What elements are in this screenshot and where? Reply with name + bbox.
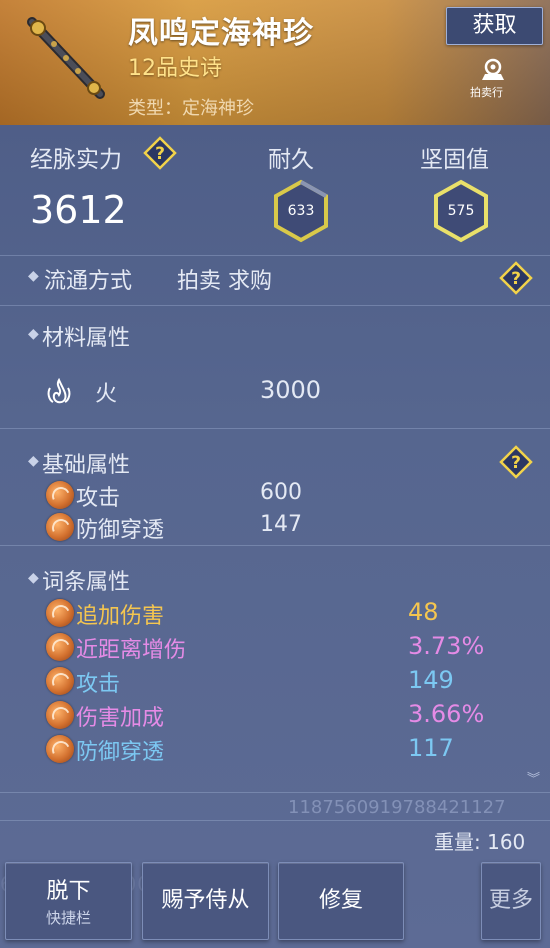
- svg-text:?: ?: [511, 453, 521, 473]
- attribute-orb-icon: [46, 735, 74, 763]
- affix-title: 词条属性: [42, 570, 131, 595]
- firmness-label: 坚固值: [420, 147, 489, 173]
- affix-attr-value: 117: [408, 734, 454, 762]
- affix-attr-label: 近距离增伤: [76, 638, 187, 663]
- attribute-orb-icon: [46, 667, 74, 695]
- divider: [0, 820, 550, 821]
- affix-attr-value: 149: [408, 666, 454, 694]
- affix-attr-value: 3.73%: [408, 632, 485, 660]
- unequip-sub-label: 快捷栏: [45, 909, 91, 927]
- bullet-icon: ◆: [28, 268, 39, 284]
- circulation-value: 拍卖 求购: [177, 269, 272, 294]
- unequip-button[interactable]: 脱下 快捷栏: [5, 862, 132, 940]
- get-button[interactable]: 获取: [446, 7, 543, 45]
- affix-attr-label: 伤害加成: [76, 706, 165, 731]
- attribute-orb-icon: [46, 599, 74, 627]
- auction-label[interactable]: 拍卖行: [470, 84, 503, 100]
- scroll-down-icon[interactable]: ︾: [527, 768, 540, 787]
- circulation-label: 流通方式: [44, 269, 133, 294]
- basic-help-icon[interactable]: ?: [499, 445, 533, 479]
- weight: 重量: 160: [434, 830, 526, 854]
- repair-button[interactable]: 修复: [278, 862, 404, 940]
- affix-attr-label: 攻击: [76, 672, 121, 697]
- svg-text:?: ?: [155, 144, 165, 164]
- item-name: 凤鸣定海神珍: [128, 16, 314, 51]
- firmness-value: 575: [447, 203, 475, 219]
- power-value: 3612: [30, 188, 127, 232]
- material-element-value: 3000: [260, 376, 322, 404]
- more-button[interactable]: 更多: [481, 862, 541, 940]
- basic-title: 基础属性: [42, 453, 131, 478]
- bullet-icon: ◆: [28, 326, 39, 342]
- item-type: 类型：定海神珍: [128, 98, 254, 119]
- item-grade: 12品史诗: [128, 56, 222, 81]
- power-label: 经脉实力: [30, 147, 122, 173]
- attribute-orb-icon: [46, 701, 74, 729]
- divider: [0, 428, 550, 429]
- basic-attr-label: 防御穿透: [76, 518, 165, 543]
- divider: [0, 792, 550, 793]
- repair-label: 修复: [318, 888, 363, 913]
- basic-attr-label: 攻击: [76, 486, 121, 511]
- item-id: 1187560919788421127: [288, 797, 506, 818]
- attribute-orb-icon: [46, 633, 74, 661]
- divider: [0, 255, 550, 256]
- durability-value: 633: [287, 203, 315, 219]
- attribute-orb-icon: [46, 513, 74, 541]
- bullet-icon: ◆: [28, 570, 39, 586]
- svg-text:?: ?: [511, 269, 521, 289]
- affix-attr-label: 追加伤害: [76, 604, 165, 629]
- unequip-label: 脱下: [46, 879, 91, 904]
- basic-attr-value: 600: [260, 480, 302, 505]
- material-title: 材料属性: [42, 326, 131, 351]
- durability-label: 耐久: [268, 147, 314, 173]
- auction-icon[interactable]: [475, 56, 511, 84]
- fire-icon: [47, 378, 71, 404]
- affix-attr-value: 48: [408, 598, 439, 626]
- material-element-label: 火: [95, 382, 118, 407]
- attribute-orb-icon: [46, 481, 74, 509]
- basic-attr-value: 147: [260, 512, 302, 537]
- affix-attr-value: 3.66%: [408, 700, 485, 728]
- staff-icon: [27, 17, 105, 99]
- circulation-help-icon[interactable]: ?: [499, 261, 533, 295]
- power-help-icon[interactable]: ?: [143, 136, 177, 170]
- affix-attr-label: 防御穿透: [76, 740, 165, 765]
- gift-servant-label: 赐予侍从: [161, 888, 250, 913]
- more-label: 更多: [488, 888, 533, 913]
- divider: [0, 545, 550, 546]
- divider: [0, 305, 550, 306]
- gift-servant-button[interactable]: 赐予侍从: [142, 862, 269, 940]
- bullet-icon: ◆: [28, 453, 39, 469]
